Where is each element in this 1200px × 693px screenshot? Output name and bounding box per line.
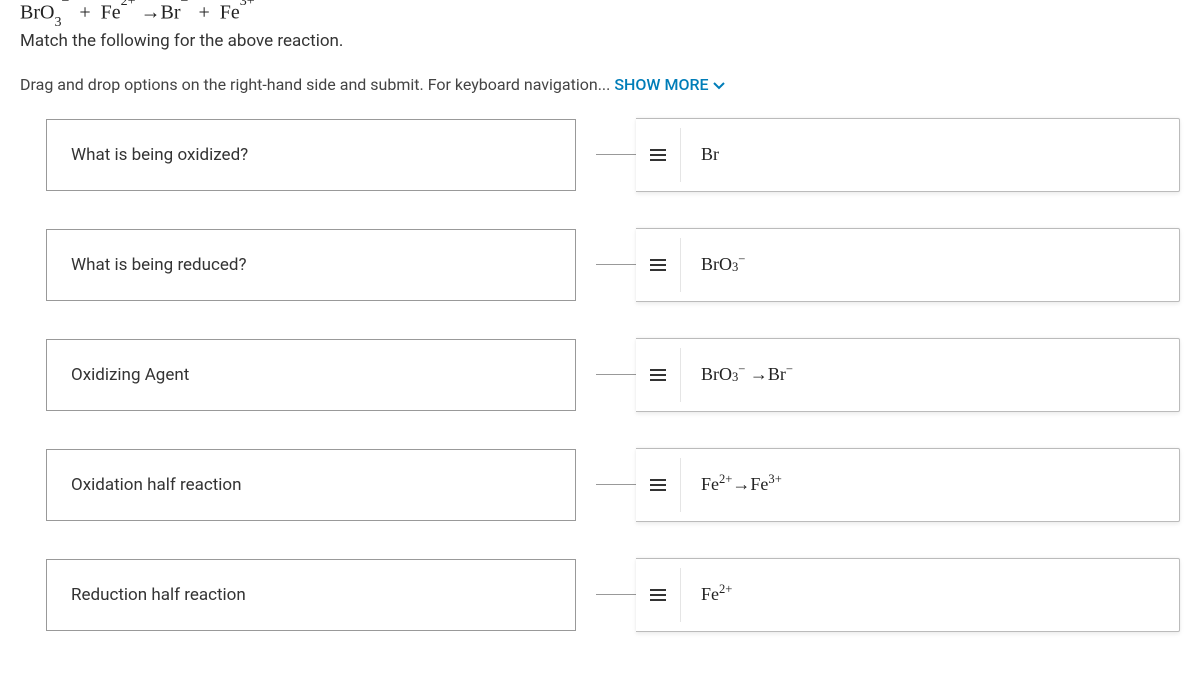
- prompt-label: Oxidizing Agent: [71, 365, 189, 385]
- answer-box[interactable]: BrO3−: [636, 228, 1180, 302]
- show-more-link[interactable]: SHOW MORE: [614, 75, 724, 94]
- prompt-label: What is being oxidized?: [71, 145, 248, 165]
- prompt-box: What is being oxidized?: [46, 119, 576, 191]
- answer-content: Fe2+→Fe3+: [680, 458, 802, 512]
- answer-content: BrO3− →Br−: [680, 348, 813, 402]
- match-container: What is being oxidized? Br What is being…: [20, 118, 1180, 632]
- answer-box[interactable]: Br: [636, 118, 1180, 192]
- match-row: What is being reduced? BrO3−: [20, 228, 1180, 302]
- reaction-equation: BrO3− + Fe2+ →Br− + Fe3+: [20, 0, 1180, 29]
- prompt-box: Reduction half reaction: [46, 559, 576, 631]
- drag-instruction: Drag and drop options on the right-hand …: [20, 75, 1180, 94]
- match-row: Oxidizing Agent BrO3− →Br−: [20, 338, 1180, 412]
- drag-handle-icon[interactable]: [636, 229, 680, 301]
- prompt-box: Oxidizing Agent: [46, 339, 576, 411]
- match-row: Oxidation half reaction Fe2+→Fe3+: [20, 448, 1180, 522]
- match-row: What is being oxidized? Br: [20, 118, 1180, 192]
- answer-content: Br: [680, 128, 739, 182]
- connector-line: [596, 154, 636, 155]
- match-instruction: Match the following for the above reacti…: [20, 31, 1180, 51]
- drag-handle-icon[interactable]: [636, 119, 680, 191]
- answer-content: BrO3−: [680, 238, 765, 292]
- prompt-label: Oxidation half reaction: [71, 475, 242, 495]
- drag-handle-icon[interactable]: [636, 449, 680, 521]
- match-row: Reduction half reaction Fe2+: [20, 558, 1180, 632]
- connector-line: [596, 484, 636, 485]
- connector-line: [596, 594, 636, 595]
- prompt-box: Oxidation half reaction: [46, 449, 576, 521]
- chevron-down-icon: [713, 75, 725, 94]
- answer-box[interactable]: BrO3− →Br−: [636, 338, 1180, 412]
- answer-content: Fe2+: [680, 568, 752, 622]
- prompt-label: Reduction half reaction: [71, 585, 246, 605]
- prompt-label: What is being reduced?: [71, 255, 247, 275]
- connector-line: [596, 264, 636, 265]
- prompt-box: What is being reduced?: [46, 229, 576, 301]
- answer-box[interactable]: Fe2+→Fe3+: [636, 448, 1180, 522]
- drag-handle-icon[interactable]: [636, 339, 680, 411]
- drag-handle-icon[interactable]: [636, 559, 680, 631]
- answer-box[interactable]: Fe2+: [636, 558, 1180, 632]
- connector-line: [596, 374, 636, 375]
